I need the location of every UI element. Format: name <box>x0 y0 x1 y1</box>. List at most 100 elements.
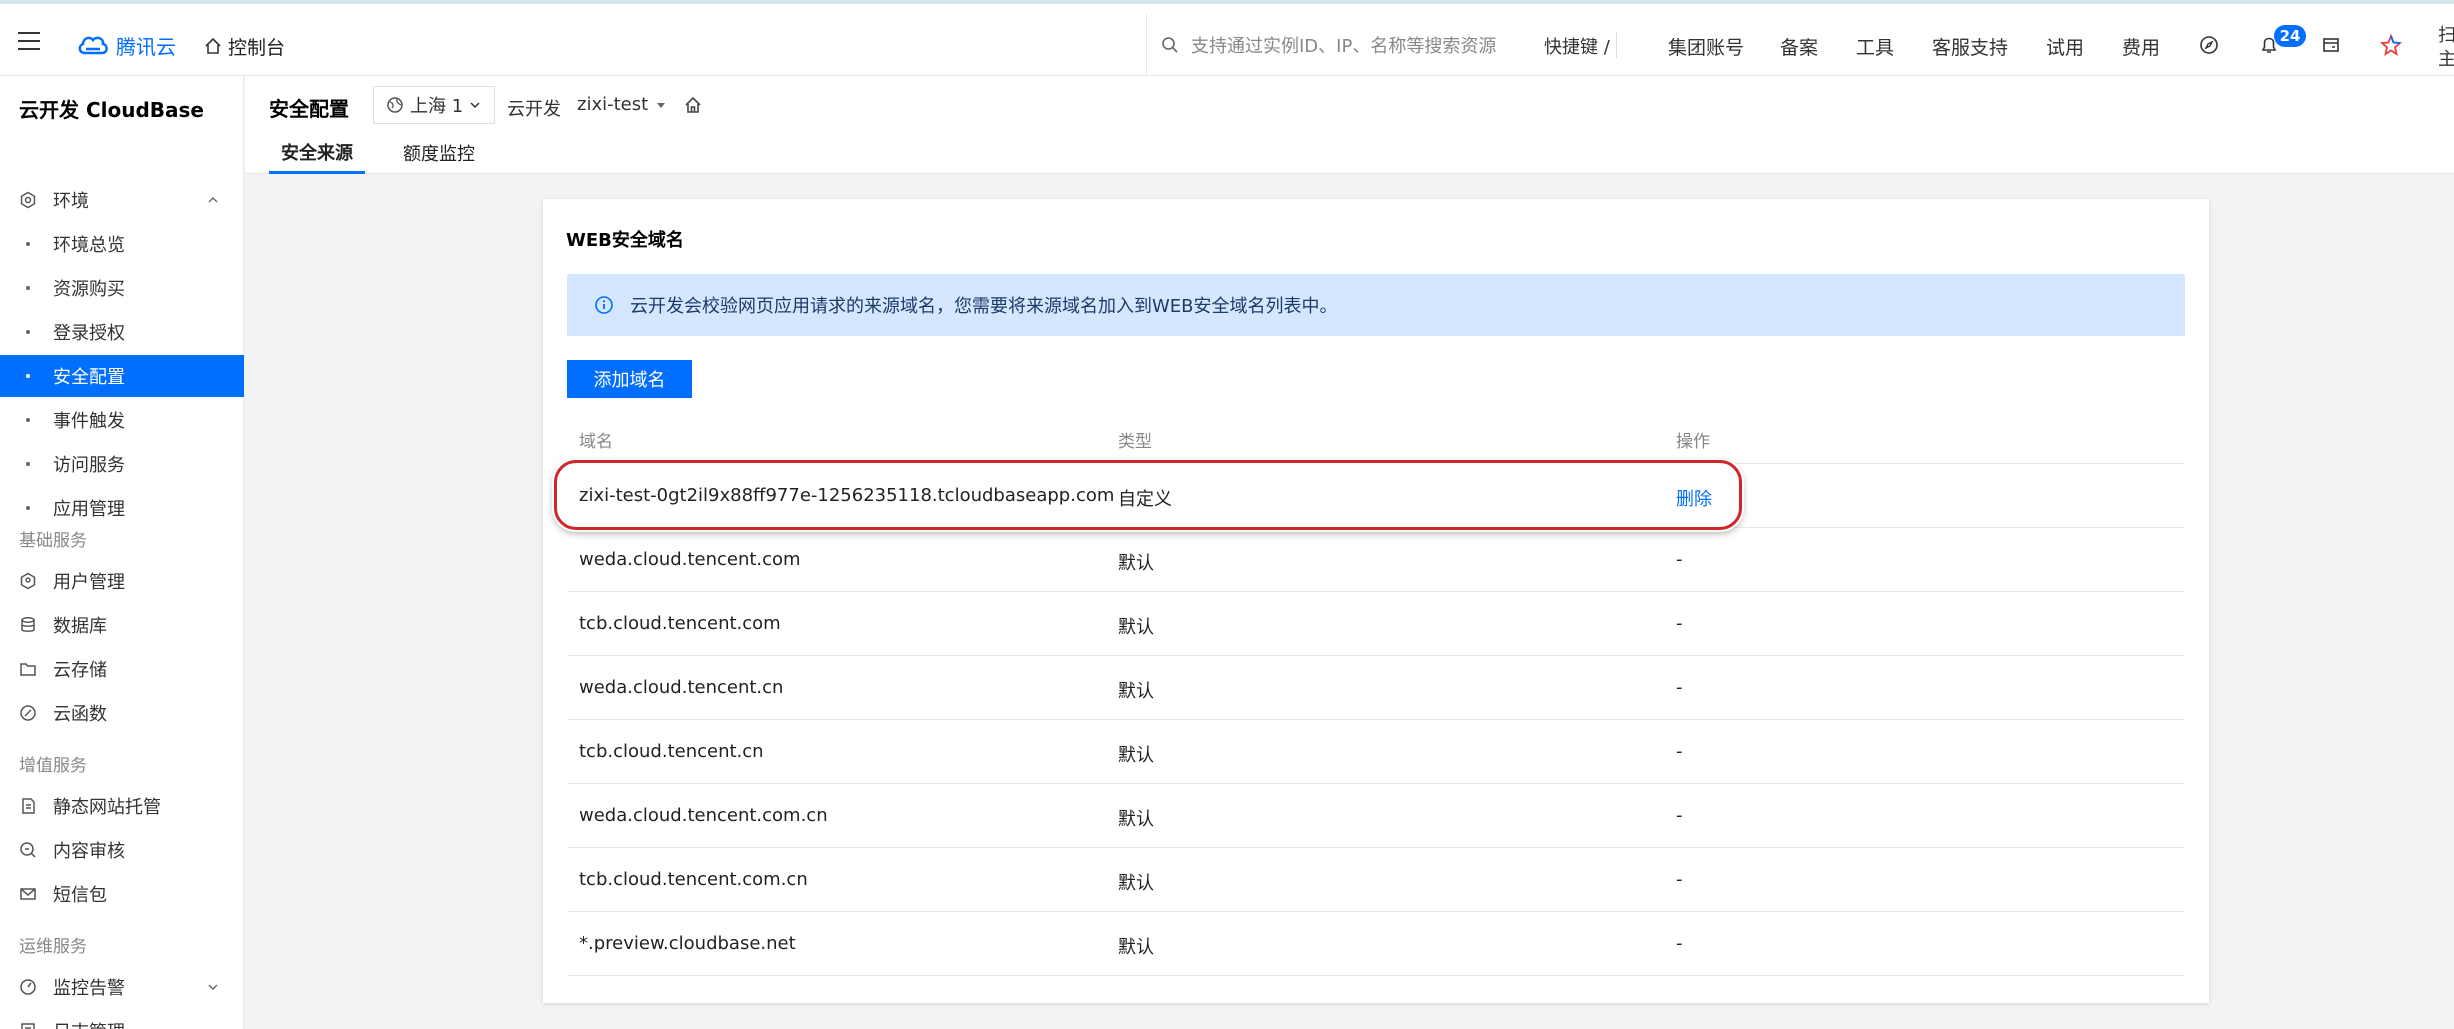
domain-cell: weda.cloud.tencent.com.cn <box>579 805 828 826</box>
bullet <box>26 330 30 334</box>
bullet <box>26 418 30 422</box>
action-cell: - <box>1676 805 1683 826</box>
card-title: WEB安全域名 <box>566 230 684 251</box>
action-cell: - <box>1676 677 1683 698</box>
menu-icon[interactable] <box>18 32 40 52</box>
sidebar-item-sms-package[interactable]: 短信包 <box>0 873 244 915</box>
table-row: weda.cloud.tencent.cn 默认 - <box>567 656 2185 720</box>
sidebar-item-content-review[interactable]: 内容审核 <box>0 829 244 871</box>
tab-quota-monitoring[interactable]: 额度监控 <box>391 132 487 174</box>
region-select[interactable]: 上海 1 <box>373 86 495 124</box>
wallet-icon[interactable] <box>2318 32 2344 58</box>
action-cell: - <box>1676 741 1683 762</box>
star-logo-icon[interactable] <box>2378 32 2404 58</box>
domain-cell: *.preview.cloudbase.net <box>579 933 796 954</box>
sidebar-item-login-auth[interactable]: 登录授权 <box>0 311 244 353</box>
review-search-icon <box>19 841 37 859</box>
table-row: tcb.cloud.tencent.com.cn 默认 - <box>567 848 2185 912</box>
sidebar-item-security-config[interactable]: 安全配置 <box>0 355 244 397</box>
bullet <box>26 462 30 466</box>
add-domain-button[interactable]: 添加域名 <box>567 360 692 398</box>
env-select[interactable]: zixi-test <box>577 94 666 115</box>
function-icon <box>19 704 37 722</box>
column-header-domain: 域名 <box>579 432 613 452</box>
brand-name: 腾讯云 <box>116 34 176 59</box>
tab-security-source[interactable]: 安全来源 <box>269 132 365 174</box>
bullet <box>26 242 30 246</box>
type-cell: 默认 <box>1118 617 1154 638</box>
tencent-cloud-logo[interactable]: 腾讯云 <box>76 30 176 60</box>
sidebar-section-label: 环境 <box>53 191 89 212</box>
action-cell: - <box>1676 933 1683 954</box>
cloud-logo-icon <box>78 36 108 55</box>
type-cell: 默认 <box>1118 681 1154 702</box>
database-icon <box>19 616 37 634</box>
nav-group-account[interactable]: 集团账号 <box>1668 33 1744 60</box>
search-placeholder: 支持通过实例ID、IP、名称等搜索资源 <box>1191 36 1497 57</box>
sidebar-item-cloud-storage[interactable]: 云存储 <box>0 648 244 690</box>
sidebar-item-database[interactable]: 数据库 <box>0 604 244 646</box>
info-notice: 云开发会校验网页应用请求的来源域名，您需要将来源域名加入到WEB安全域名列表中。 <box>567 274 2185 336</box>
web-security-domain-card: WEB安全域名 云开发会校验网页应用请求的来源域名，您需要将来源域名加入到WEB… <box>543 199 2209 1003</box>
sidebar-item-event-trigger[interactable]: 事件触发 <box>0 399 244 441</box>
sidebar-item-resource-purchase[interactable]: 资源购买 <box>0 267 244 309</box>
console-link[interactable]: 控制台 <box>204 31 285 61</box>
top-stripe <box>0 0 2454 14</box>
chevron-up-icon <box>206 193 220 207</box>
sidebar-group-value-added: 增值服务 <box>19 756 87 776</box>
type-cell: 默认 <box>1118 809 1154 830</box>
table-row: zixi-test-0gt2il9x88ff977e-1256235118.tc… <box>567 464 2185 528</box>
domain-table: 域名 类型 操作 zixi-test-0gt2il9x88ff977e-1256… <box>567 414 2185 976</box>
sidebar-item-app-management[interactable]: 应用管理 <box>0 487 244 529</box>
console-label: 控制台 <box>228 36 286 59</box>
mail-icon <box>19 885 37 903</box>
log-icon <box>19 1022 37 1029</box>
nav-trial[interactable]: 试用 <box>2046 33 2084 60</box>
sidebar-title: 云开发 CloudBase <box>19 98 204 122</box>
column-header-type: 类型 <box>1118 432 1152 452</box>
info-icon <box>595 296 613 314</box>
table-row: weda.cloud.tencent.com 默认 - <box>567 528 2185 592</box>
nav-filing[interactable]: 备案 <box>1780 33 1818 60</box>
chevron-down-icon <box>206 980 220 994</box>
document-icon <box>19 797 37 815</box>
table-row: *.preview.cloudbase.net 默认 - <box>567 912 2185 976</box>
domain-cell: zixi-test-0gt2il9x88ff977e-1256235118.tc… <box>579 485 1115 506</box>
bullet <box>26 374 30 378</box>
type-cell: 默认 <box>1118 937 1154 958</box>
notification-badge: 24 <box>2274 25 2306 47</box>
compass-icon[interactable] <box>2196 32 2222 58</box>
env-label: 云开发 <box>507 99 561 120</box>
sidebar-section-env[interactable]: 环境 <box>0 179 244 221</box>
globe-icon <box>387 97 403 113</box>
nav-billing[interactable]: 费用 <box>2122 33 2160 60</box>
sidebar-item-monitoring[interactable]: 监控告警 <box>0 966 244 1008</box>
home-icon <box>205 37 221 54</box>
sidebar-item-static-hosting[interactable]: 静态网站托管 <box>0 785 244 827</box>
type-cell: 自定义 <box>1118 489 1172 510</box>
page-title: 安全配置 <box>269 97 349 121</box>
table-row: tcb.cloud.tencent.cn 默认 - <box>567 720 2185 784</box>
page-header: 安全配置 上海 1 云开发 zixi-test 安全来源 额度监控 <box>245 76 2454 174</box>
type-cell: 默认 <box>1118 873 1154 894</box>
top-header: 腾讯云 控制台 支持通过实例ID、IP、名称等搜索资源 快捷键 / 集团账号 备… <box>0 14 2454 76</box>
shortcut-hint[interactable]: 快捷键 / <box>1544 33 1610 59</box>
domain-cell: tcb.cloud.tencent.com <box>579 613 781 634</box>
sidebar-group-basic: 基础服务 <box>19 531 87 551</box>
home-icon[interactable] <box>683 95 703 115</box>
bullet <box>26 286 30 290</box>
chevron-down-icon <box>470 102 480 109</box>
type-cell: 默认 <box>1118 553 1154 574</box>
sidebar-item-env-overview[interactable]: 环境总览 <box>0 223 244 265</box>
nav-support[interactable]: 客服支持 <box>1932 33 2008 60</box>
delete-link[interactable]: 删除 <box>1676 485 1712 511</box>
env-value: zixi-test <box>577 94 649 115</box>
sidebar-item-user-management[interactable]: 用户管理 <box>0 560 244 602</box>
gauge-icon <box>19 978 37 996</box>
sidebar-item-logs[interactable]: 日志管理 <box>0 1010 244 1029</box>
nav-tools[interactable]: 工具 <box>1856 33 1894 60</box>
sidebar-item-access-service[interactable]: 访问服务 <box>0 443 244 485</box>
user-hexagon-icon <box>19 572 37 590</box>
domain-cell: weda.cloud.tencent.cn <box>579 677 784 698</box>
sidebar-item-cloud-functions[interactable]: 云函数 <box>0 692 244 734</box>
